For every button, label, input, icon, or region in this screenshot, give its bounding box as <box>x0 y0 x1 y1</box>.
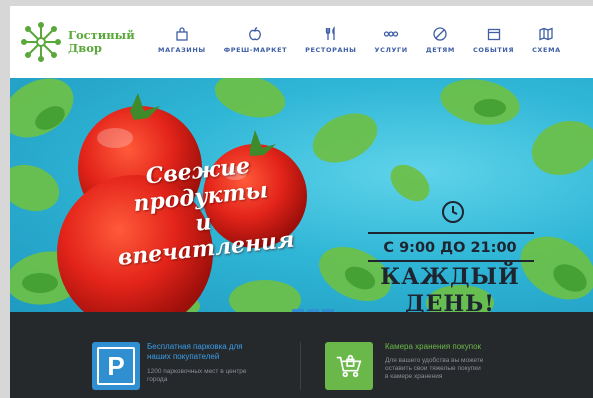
shopping-bag-icon <box>174 24 190 44</box>
parking-desc-line1: 1200 парковочных мест в центре <box>147 368 247 375</box>
storage-desc-line3: в камере хранения <box>385 373 443 380</box>
nav-item-map[interactable]: СХЕМА <box>532 24 561 64</box>
hours-bottom-rule <box>368 260 534 262</box>
calendar-icon <box>486 24 502 44</box>
nav-label-fresh-market: ФРЕШ-МАРКЕТ <box>223 46 288 54</box>
opening-hours: С 9:00 ДО 21:00 <box>383 240 517 256</box>
storage-title: Камера хранения покупок <box>385 342 482 351</box>
parking-desc: 1200 парковочных мест в центре города <box>147 368 247 384</box>
parking-icon: P <box>92 342 140 390</box>
fork-knife-icon <box>323 24 339 44</box>
info-strip: P Бесплатная парковка для наших покупате… <box>10 312 593 398</box>
nav-label-events: СОБЫТИЯ <box>472 46 515 54</box>
logo-emblem-icon <box>21 22 61 62</box>
parking-card[interactable]: P Бесплатная парковка для наших покупате… <box>10 312 300 398</box>
site-logo[interactable]: Гостиный Двор <box>20 20 150 64</box>
nav-item-kids[interactable]: ДЕТЯМ <box>426 24 455 64</box>
logo-text: Гостиный Двор <box>68 29 135 55</box>
shopping-cart-icon <box>325 342 373 390</box>
parking-title-line1: Бесплатная парковка для <box>147 342 243 351</box>
clock-icon <box>442 201 464 223</box>
nav-item-fresh-market[interactable]: ФРЕШ-МАРКЕТ <box>224 24 287 64</box>
parking-title: Бесплатная парковка для наших покупателе… <box>147 342 243 362</box>
nav-item-shops[interactable]: МАГАЗИНЫ <box>158 24 206 64</box>
parking-title-line2: наших покупателей <box>147 352 220 361</box>
storage-desc: Для вашего удобства вы можете оставить с… <box>385 357 483 381</box>
nav-item-restaurants[interactable]: РЕСТОРАНЫ <box>305 24 356 64</box>
promo-banner[interactable]: Свежие продукты и впечатления С 9:00 ДО … <box>10 78 593 314</box>
nav-label-restaurants: РЕСТОРАНЫ <box>305 46 357 54</box>
kids-icon <box>432 24 448 44</box>
every-day-text: КАЖДЫЙ ДЕНЬ! <box>360 264 540 314</box>
nav-label-kids: ДЕТЯМ <box>425 46 455 54</box>
nav-item-events[interactable]: СОБЫТИЯ <box>473 24 514 64</box>
nav-label-map: СХЕМА <box>532 46 561 54</box>
services-icon <box>383 24 399 44</box>
apple-icon <box>247 24 263 44</box>
storage-card[interactable]: Камера хранения покупок Для вашего удобс… <box>301 312 593 398</box>
banner-slogan: Свежие продукты и впечатления <box>97 148 307 272</box>
map-icon <box>538 24 554 44</box>
parking-desc-line2: города <box>147 376 168 383</box>
parking-letter: P <box>97 347 135 385</box>
site-header: Гостиный Двор МАГАЗИНЫ ФРЕШ-МАРКЕТ РЕСТО… <box>10 6 593 76</box>
main-nav: МАГАЗИНЫ ФРЕШ-МАРКЕТ РЕСТОРАНЫ УСЛУГИ ДЕ… <box>158 24 579 64</box>
nav-label-shops: МАГАЗИНЫ <box>158 46 206 54</box>
storage-desc-line1: Для вашего удобства вы можете <box>385 357 484 364</box>
nav-label-services: УСЛУГИ <box>374 46 408 54</box>
every-day-line2: ДЕНЬ! <box>405 291 495 314</box>
logo-line2: Двор <box>68 41 102 55</box>
every-day-line1: КАЖДЫЙ <box>380 264 520 290</box>
storage-desc-line2: оставить свои тяжелые покупки <box>385 365 481 372</box>
hours-top-rule <box>368 232 534 234</box>
nav-item-services[interactable]: УСЛУГИ <box>374 24 407 64</box>
